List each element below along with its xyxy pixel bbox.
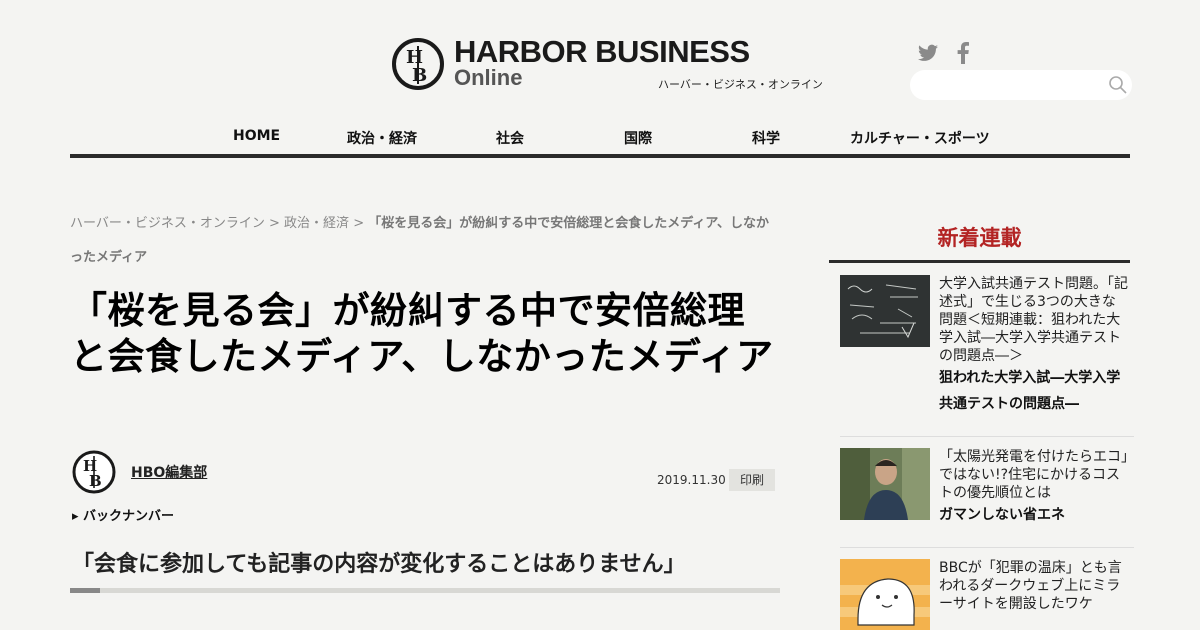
logo-kana: ハーバー・ビジネス・オンライン: [658, 78, 823, 91]
sidebar-thumbnail-illustration[interactable]: [840, 559, 930, 630]
sidebar-article-series[interactable]: 狙われた大学入試―大学入学共通テストの問題点―: [939, 365, 1129, 417]
sidebar-divider: [840, 547, 1134, 548]
sidebar-article-title[interactable]: BBCが「犯罪の温床」とも言われるダークウェブ上にミラーサイトを開設したワケ: [939, 559, 1129, 613]
site-logo[interactable]: H B HARBOR BUSINESS Online ハーバー・ビジネス・オンラ…: [392, 34, 823, 92]
subtitle-divider: [70, 588, 780, 593]
nav-item-politics-economy[interactable]: 政治・経済: [347, 128, 417, 148]
nav-item-society[interactable]: 社会: [496, 128, 524, 148]
sidebar-heading: 新着連載: [937, 226, 1022, 250]
sidebar-heading-rule: [829, 260, 1130, 263]
nav-item-culture-sports[interactable]: カルチャー・スポーツ: [850, 128, 990, 148]
logo-online: Online: [454, 65, 523, 90]
twitter-icon[interactable]: [918, 44, 938, 62]
sidebar-thumbnail-chalkboard[interactable]: [840, 275, 930, 347]
facebook-icon[interactable]: [957, 42, 969, 64]
backnumber-link[interactable]: ▸ バックナンバー: [72, 505, 174, 524]
sidebar-thumbnail-portrait[interactable]: [840, 448, 930, 520]
nav-item-home[interactable]: HOME: [233, 128, 280, 144]
sidebar-article-text: 「太陽光発電を付けたらエコ」ではない!?住宅にかけるコストの優先順位とは ガマン…: [939, 448, 1129, 528]
logo-title: HARBOR BUSINESS: [454, 34, 750, 69]
sidebar-divider: [840, 436, 1134, 437]
svg-text:B: B: [89, 472, 102, 490]
article-subtitle: 「会食に参加しても記事の内容が変化することはありません」: [72, 552, 686, 577]
hbo-logo-icon: H B: [392, 38, 444, 90]
author-name-link[interactable]: HBO編集部: [131, 462, 207, 482]
search-icon[interactable]: [1108, 75, 1128, 95]
sidebar-article-text: 大学入試共通テスト問題。「記述式」で生じる3つの大きな問題＜短期連載：狙われた大…: [939, 275, 1129, 417]
search-box: [910, 70, 1132, 100]
article-title: 「桜を見る会」が紛糾する中で安倍総理と会食したメディア、しなかったメディア: [70, 289, 774, 378]
breadcrumb-separator: >: [264, 216, 285, 231]
nav-item-international[interactable]: 国際: [624, 128, 652, 148]
sidebar-article-text: BBCが「犯罪の温床」とも言われるダークウェブ上にミラーサイトを開設したワケ: [939, 559, 1129, 613]
publish-date: 2019.11.30: [657, 473, 726, 487]
author-avatar[interactable]: H B: [72, 450, 116, 494]
breadcrumb-home[interactable]: ハーバー・ビジネス・オンライン: [70, 216, 265, 231]
svg-text:B: B: [412, 65, 427, 86]
sidebar-article-title[interactable]: 大学入試共通テスト問題。「記述式」で生じる3つの大きな問題＜短期連載：狙われた大…: [939, 275, 1129, 365]
sidebar-article-title[interactable]: 「太陽光発電を付けたらエコ」ではない!?住宅にかけるコストの優先順位とは: [939, 448, 1129, 502]
breadcrumb-category[interactable]: 政治・経済: [284, 216, 349, 231]
sidebar-article-series[interactable]: ガマンしない省エネ: [939, 502, 1129, 528]
main-nav: HOME 政治・経済 社会 国際 科学 カルチャー・スポーツ: [70, 122, 1130, 158]
breadcrumb: ハーバー・ビジネス・オンライン > 政治・経済 > 「桜を見る会」が紛糾する中で…: [70, 207, 782, 275]
breadcrumb-separator: >: [349, 216, 369, 231]
subtitle-divider-accent: [70, 588, 100, 593]
nav-item-science[interactable]: 科学: [752, 128, 780, 148]
search-input[interactable]: [922, 74, 1102, 96]
print-button[interactable]: 印刷: [729, 469, 775, 491]
